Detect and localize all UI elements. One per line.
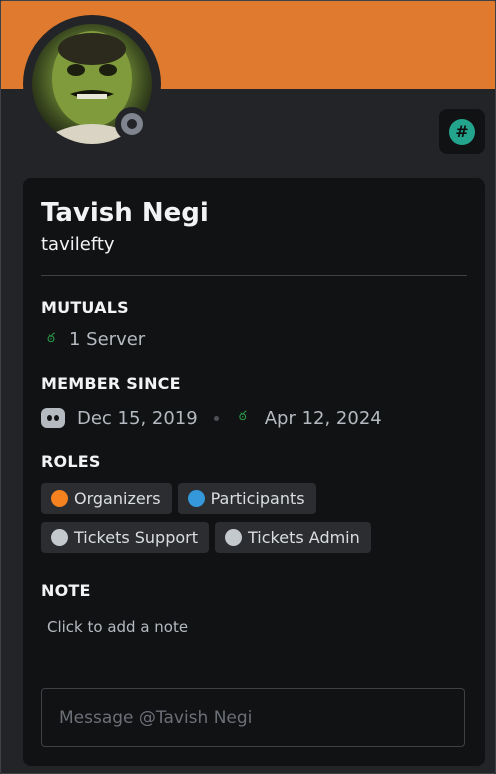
member-since-row: Dec 15, 2019 ఠ Apr 12, 2024	[41, 406, 382, 430]
message-box[interactable]	[41, 688, 465, 747]
mutual-servers-link[interactable]: ఠ 1 Server	[41, 329, 145, 350]
discord-icon	[41, 408, 65, 428]
mutual-servers-count: 1 Server	[69, 329, 146, 350]
profile-badge-button[interactable]: #	[439, 109, 485, 154]
role-color-dot	[187, 490, 205, 507]
role-name: Tickets Support	[74, 528, 199, 547]
message-input[interactable]	[57, 706, 449, 729]
role-pill[interactable]: Participants	[177, 483, 316, 514]
role-color-dot	[51, 490, 68, 507]
role-name: Organizers	[74, 489, 161, 508]
server-join-date: Apr 12, 2024	[264, 407, 382, 429]
profile-info-card: Tavish Negi tavilefty MUTUALS ఠ 1 Server…	[23, 178, 485, 766]
note-title: NOTE	[41, 581, 91, 600]
roles-title: ROLES	[41, 452, 101, 471]
roles-list: Organizers Participants Tickets Support …	[41, 483, 471, 553]
role-name: Tickets Admin	[248, 528, 360, 547]
role-pill[interactable]: Tickets Admin	[215, 522, 371, 553]
avatar-container[interactable]	[23, 15, 161, 153]
offline-status-icon	[121, 113, 143, 135]
status-indicator	[115, 107, 149, 141]
role-pill[interactable]: Organizers	[41, 483, 172, 514]
role-name: Participants	[210, 489, 305, 508]
note-input[interactable]: Click to add a note	[47, 618, 188, 636]
role-pill[interactable]: Tickets Support	[41, 522, 210, 553]
role-color-dot	[225, 529, 243, 546]
hashtag-icon: #	[449, 118, 475, 145]
member-since-title: MEMBER SINCE	[41, 374, 181, 393]
discord-join-date: Dec 15, 2019	[77, 407, 198, 429]
mutuals-title: MUTUALS	[41, 298, 129, 317]
username[interactable]: tavilefty	[41, 234, 115, 255]
profile-popout: # Tavish Negi tavilefty MUTUALS ఠ 1 Serv…	[0, 0, 496, 774]
divider	[41, 275, 467, 276]
server-icon: ఠ	[238, 409, 247, 424]
display-name: Tavish Negi	[41, 198, 209, 228]
separator-dot	[213, 415, 219, 421]
server-icon: ఠ	[47, 330, 55, 346]
role-color-dot	[51, 529, 68, 546]
